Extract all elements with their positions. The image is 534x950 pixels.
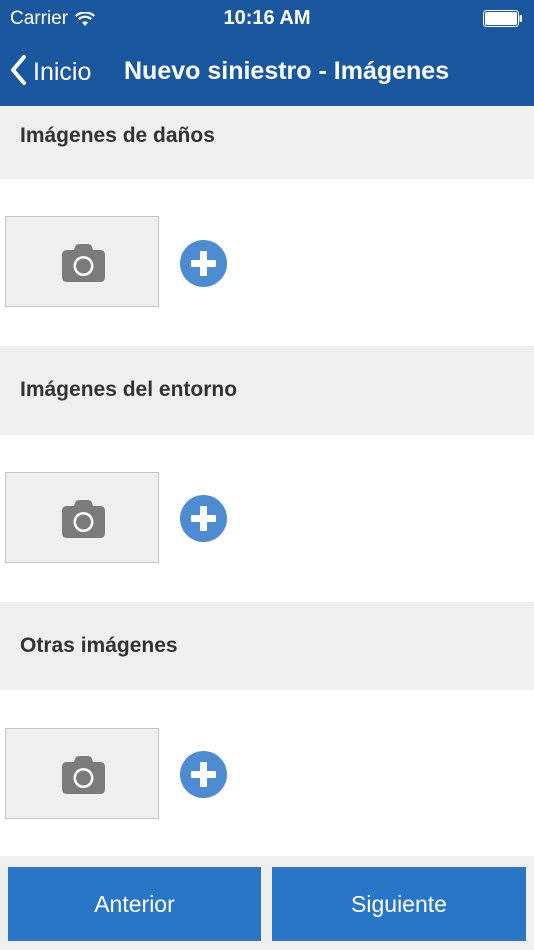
section-header-other: Otras imágenes <box>0 602 534 690</box>
battery-icon <box>483 10 523 27</box>
add-image-button-surroundings[interactable] <box>180 495 227 542</box>
plus-circle-icon <box>180 240 227 287</box>
add-image-button-damage[interactable] <box>180 240 227 287</box>
page-title: Nuevo siniestro - Imágenes <box>124 57 450 85</box>
photo-slot-other[interactable] <box>5 728 159 819</box>
section-header-damage: Imágenes de daños <box>0 106 534 179</box>
back-label: Inicio <box>33 57 92 86</box>
section-header-surroundings: Imágenes del entorno <box>0 346 534 435</box>
camera-icon <box>62 244 105 282</box>
section-title: Otras imágenes <box>20 634 178 657</box>
section-title: Imágenes del entorno <box>20 378 238 401</box>
chevron-left-icon <box>10 54 26 90</box>
photo-slot-surroundings[interactable] <box>5 472 159 563</box>
plus-circle-icon <box>180 751 227 798</box>
status-bar: Carrier 10:16 AM <box>0 0 534 38</box>
navigation-bar: Inicio Nuevo siniestro - Imágenes <box>0 38 534 106</box>
footer-bar: Anterior Siguiente <box>0 856 534 950</box>
section-title: Imágenes de daños <box>20 124 215 147</box>
status-time: 10:16 AM <box>223 7 311 29</box>
camera-icon <box>62 756 105 794</box>
camera-icon <box>62 500 105 538</box>
plus-circle-icon <box>180 495 227 542</box>
header: Carrier 10:16 AM Inicio Nuevo siniestro … <box>0 0 534 106</box>
photo-slot-damage[interactable] <box>5 216 159 307</box>
next-button[interactable]: Siguiente <box>272 867 526 941</box>
back-button[interactable]: Inicio <box>10 52 91 92</box>
add-image-button-other[interactable] <box>180 751 227 798</box>
new-claim-images-screen: Carrier 10:16 AM Inicio Nuevo siniestro … <box>0 0 534 950</box>
previous-button[interactable]: Anterior <box>8 867 261 941</box>
